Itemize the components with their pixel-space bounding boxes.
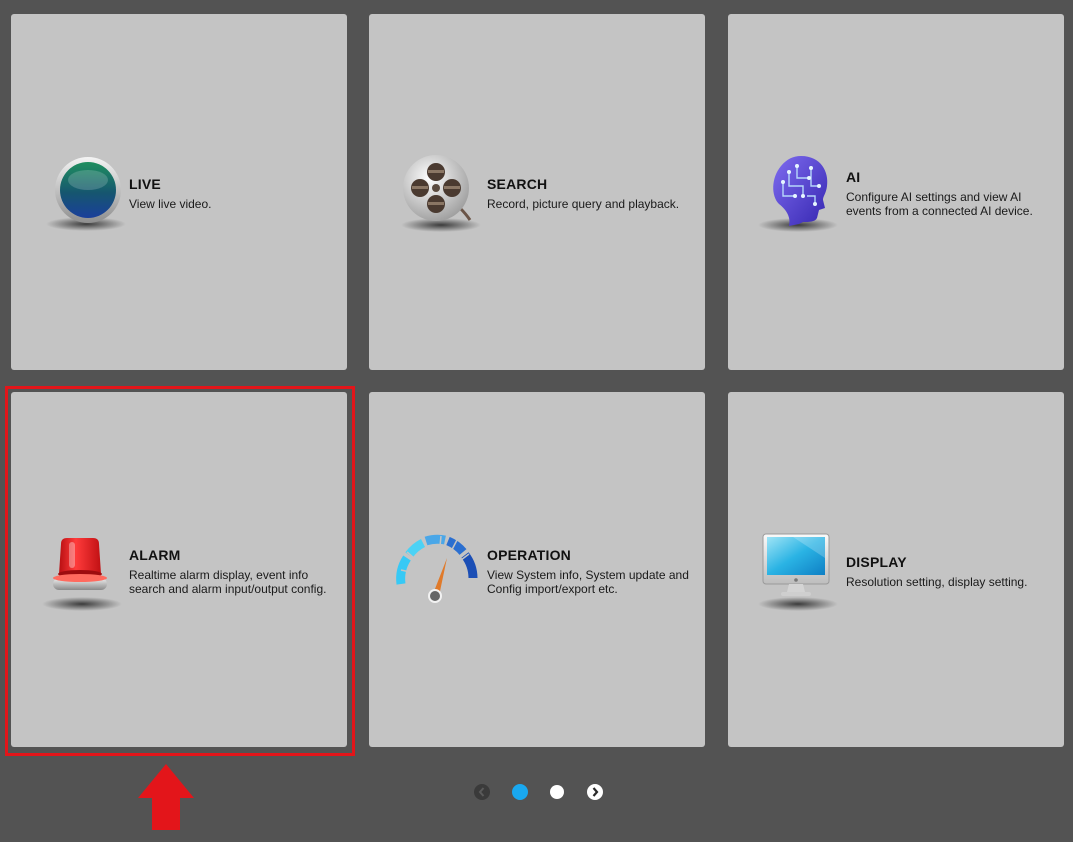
tile-description: Configure AI settings and view AI events… xyxy=(846,190,1033,218)
tile-display-text: DISPLAY Resolution setting, display sett… xyxy=(846,554,1060,589)
tile-description: View System info, System update and Conf… xyxy=(487,568,689,596)
tile-description: Record, picture query and playback. xyxy=(487,197,680,211)
tile-alarm[interactable]: ALARM Realtime alarm display, event info… xyxy=(11,392,347,747)
tile-description: Realtime alarm display, event info searc… xyxy=(129,568,327,596)
tile-title: AI xyxy=(846,169,861,185)
page-dot-2[interactable] xyxy=(550,785,564,799)
display-monitor-icon xyxy=(753,528,843,618)
tile-title: LIVE xyxy=(129,176,161,192)
page-dot-1[interactable] xyxy=(512,784,528,800)
red-arrow-annotation xyxy=(138,764,194,830)
tile-operation[interactable]: OPERATION View System info, System updat… xyxy=(369,392,705,747)
tile-search-text: SEARCH Record, picture query and playbac… xyxy=(487,176,701,211)
tile-title: ALARM xyxy=(129,547,181,563)
tile-display[interactable]: DISPLAY Resolution setting, display sett… xyxy=(728,392,1064,747)
search-film-reel-icon xyxy=(396,152,486,242)
tile-title: SEARCH xyxy=(487,176,548,192)
live-icon xyxy=(41,152,131,242)
tile-search[interactable]: SEARCH Record, picture query and playbac… xyxy=(369,14,705,370)
tile-description: View live video. xyxy=(129,197,212,211)
main-menu: LIVE View live video. SEARCH Record, pic… xyxy=(0,0,1073,842)
prev-page-button[interactable] xyxy=(474,784,490,800)
tile-title: OPERATION xyxy=(487,547,571,563)
chevron-left-icon xyxy=(478,787,485,797)
ai-head-icon xyxy=(753,152,843,242)
chevron-right-icon xyxy=(592,787,599,797)
tile-live-text: LIVE View live video. xyxy=(129,176,343,211)
tile-ai-text: AI Configure AI settings and view AI eve… xyxy=(846,169,1060,218)
tile-description: Resolution setting, display setting. xyxy=(846,575,1028,589)
tile-live[interactable]: LIVE View live video. xyxy=(11,14,347,370)
operation-gauge-icon xyxy=(393,530,483,620)
tile-operation-text: OPERATION View System info, System updat… xyxy=(487,547,701,596)
tile-title: DISPLAY xyxy=(846,554,907,570)
tile-alarm-text: ALARM Realtime alarm display, event info… xyxy=(129,547,343,596)
next-page-button[interactable] xyxy=(587,784,603,800)
tile-ai[interactable]: AI Configure AI settings and view AI eve… xyxy=(728,14,1064,370)
alarm-siren-icon xyxy=(37,530,127,620)
